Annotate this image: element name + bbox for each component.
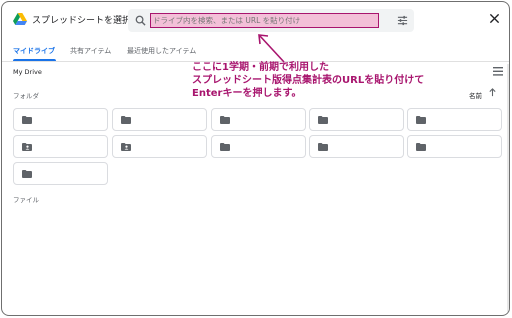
folder-card[interactable] [309,135,404,158]
tab-my-drive[interactable]: マイドライブ [13,46,55,56]
active-tab-indicator [13,59,56,61]
folder-card[interactable] [13,162,108,185]
folder-card[interactable] [211,135,306,158]
folder-card[interactable] [13,135,108,158]
shared-folder-icon [121,143,131,151]
folder-icon [220,116,230,124]
annotation-line-3: Enterキーを押します。 [192,88,302,99]
folder-icon [416,116,426,124]
breadcrumb[interactable]: My Drive [13,68,42,76]
folder-card[interactable] [309,108,404,131]
shared-folder-icon [22,143,32,151]
folder-icon [22,116,32,124]
drive-logo-icon [13,13,27,25]
list-view-icon[interactable] [493,67,503,76]
sort-ascending-icon[interactable] [488,88,497,97]
folder-card[interactable] [112,135,207,158]
instruction-annotation: ここに1学期・前期で利用した スプレッドシート版得点集計表のURLを貼り付けて … [192,61,424,100]
dialog-title: スプレッドシートを選択 [32,16,132,26]
folder-card[interactable] [407,135,502,158]
tune-icon[interactable] [397,15,408,26]
folder-card[interactable] [211,108,306,131]
folder-icon [121,116,131,124]
tab-shared[interactable]: 共有アイテム [70,46,111,56]
annotation-line-2: スプレッドシート版得点集計表のURLを貼り付けて [192,75,425,86]
files-section-label: ファイル [13,196,39,204]
folder-icon [220,143,230,151]
close-icon[interactable] [489,13,500,24]
folder-icon [318,116,328,124]
folder-icon [22,170,32,178]
search-input[interactable] [150,13,379,28]
folder-card[interactable] [13,108,108,131]
folders-section-label: フォルダ [13,92,39,100]
search-bar [128,9,414,32]
sort-by-name[interactable]: 名前 [469,90,482,100]
search-icon[interactable] [135,15,146,26]
folder-icon [318,143,328,151]
tab-recent[interactable]: 最近使用したアイテム [127,46,196,56]
annotation-line-1: ここに1学期・前期で利用した [192,62,329,73]
picker-dialog: スプレッドシートを選択 マイドライブ 共有アイテム 最近使用したアイテム [1,1,510,316]
folder-icon [416,143,426,151]
scrollbar[interactable] [507,64,509,314]
folder-card[interactable] [407,108,502,131]
folder-card[interactable] [112,108,207,131]
